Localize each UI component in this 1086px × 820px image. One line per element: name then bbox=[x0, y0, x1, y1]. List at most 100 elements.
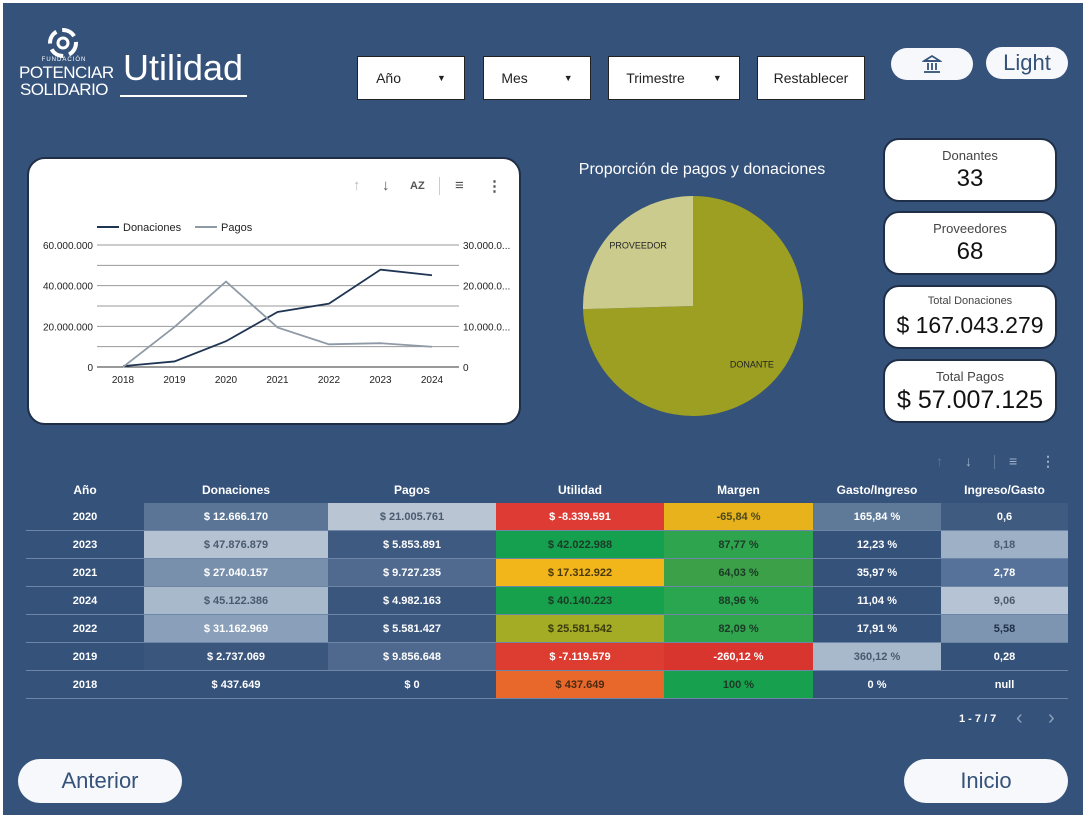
filter-quarter-label: Trimestre bbox=[626, 70, 685, 86]
home-button[interactable]: Inicio bbox=[904, 759, 1068, 803]
cell-utility: $ -8.339.591 bbox=[496, 503, 664, 531]
previous-page-icon[interactable]: ‹ bbox=[1016, 707, 1023, 730]
y-left-tick-label: 20.000.000 bbox=[43, 322, 93, 333]
kpi-suppliers-card: Proveedores 68 bbox=[883, 211, 1057, 275]
table-row[interactable]: 2022 $ 31.162.969 $ 5.581.427 $ 25.581.542 8… bbox=[26, 614, 1068, 643]
kpi-suppliers-label: Proveedores bbox=[933, 221, 1007, 236]
y-left-tick-label: 60.000.000 bbox=[43, 241, 93, 252]
table-more-options-icon[interactable]: ⋮ bbox=[1041, 453, 1055, 470]
cell-income-expense: null bbox=[941, 670, 1068, 699]
cell-donations: $ 2.737.069 bbox=[144, 642, 328, 671]
filter-month-label: Mes bbox=[501, 70, 528, 86]
cell-margin: -65,84 % bbox=[664, 503, 813, 531]
filter-quarter-dropdown[interactable]: Trimestre ▼ bbox=[608, 56, 740, 100]
logo-emblem-icon bbox=[48, 28, 78, 58]
cell-income-expense: 0,6 bbox=[941, 503, 1068, 531]
utility-table: Año Donaciones Pagos Utilidad Margen Gas… bbox=[26, 477, 1068, 699]
y-right-tick-label: 0 bbox=[463, 363, 469, 374]
legend-label[interactable]: Pagos bbox=[221, 222, 253, 234]
cell-expense-income: 12,23 % bbox=[813, 530, 941, 559]
pie-slice-proveedor[interactable] bbox=[583, 196, 693, 310]
x-tick-label: 2022 bbox=[318, 375, 341, 386]
cell-margin: 87,77 % bbox=[664, 530, 813, 559]
cell-year: 2018 bbox=[26, 670, 144, 699]
previous-page-button[interactable]: Anterior bbox=[18, 759, 182, 803]
table-sort-ascending-icon[interactable]: ↑ bbox=[936, 453, 943, 469]
cell-income-expense: 2,78 bbox=[941, 558, 1068, 587]
series-line-donaciones bbox=[122, 268, 433, 368]
theme-toggle-button[interactable]: Light bbox=[986, 47, 1068, 79]
col-header-income-expense[interactable]: Ingreso/Gasto bbox=[941, 477, 1068, 503]
cell-payments: $ 0 bbox=[328, 670, 496, 699]
cell-donations: $ 47.876.879 bbox=[144, 530, 328, 559]
cell-margin: -260,12 % bbox=[664, 642, 813, 671]
cell-income-expense: 0,28 bbox=[941, 642, 1068, 671]
x-tick-label: 2018 bbox=[112, 375, 135, 386]
col-header-expense-income[interactable]: Gasto/Ingreso bbox=[813, 477, 941, 503]
col-header-year[interactable]: Año bbox=[26, 477, 144, 503]
table-filter-icon[interactable]: ≡ bbox=[1009, 453, 1017, 469]
table-row[interactable]: 2024 $ 45.122.386 $ 4.982.163 $ 40.140.223 8… bbox=[26, 586, 1068, 615]
line-chart: Donaciones Pagos 60.000.000 40.000.000 20.0… bbox=[43, 222, 510, 386]
kpi-total-payments-card: Total Pagos $ 57.007.125 bbox=[883, 359, 1057, 423]
cell-expense-income: 360,12 % bbox=[813, 642, 941, 671]
table-row[interactable]: 2019 $ 2.737.069 $ 9.856.648 $ -7.119.579 -2… bbox=[26, 642, 1068, 671]
filter-year-dropdown[interactable]: Año ▼ bbox=[357, 56, 465, 100]
kpi-donors-value: 33 bbox=[956, 165, 984, 192]
cell-income-expense: 5,58 bbox=[941, 614, 1068, 643]
table-sort-descending-icon[interactable]: ↓ bbox=[965, 453, 972, 469]
cell-expense-income: 17,91 % bbox=[813, 614, 941, 643]
y-right-tick-label: 10.000.0... bbox=[463, 322, 510, 333]
bank-building-icon bbox=[922, 54, 942, 73]
logo-line-2: SOLIDARIO bbox=[19, 80, 109, 99]
pie-slice-label: DONANTE bbox=[730, 360, 774, 370]
y-left-tick-label: 0 bbox=[87, 363, 93, 374]
cell-utility: $ 25.581.542 bbox=[496, 614, 664, 643]
table-body: 2020 $ 12.666.170 $ 21.005.761 $ -8.339.591… bbox=[26, 503, 1068, 699]
cell-payments: $ 21.005.761 bbox=[328, 503, 496, 531]
cell-utility: $ -7.119.579 bbox=[496, 642, 664, 671]
cell-donations: $ 12.666.170 bbox=[144, 503, 328, 531]
cell-income-expense: 8,18 bbox=[941, 530, 1068, 559]
col-header-payments[interactable]: Pagos bbox=[328, 477, 496, 503]
next-page-icon[interactable]: › bbox=[1048, 707, 1055, 730]
table-row[interactable]: 2023 $ 47.876.879 $ 5.853.891 $ 42.022.988 8… bbox=[26, 530, 1068, 559]
table-row[interactable]: 2021 $ 27.040.157 $ 9.727.235 $ 17.312.922 6… bbox=[26, 558, 1068, 587]
reset-button[interactable]: Restablecer bbox=[757, 56, 865, 100]
kpi-total-donations-card: Total Donaciones $ 167.043.279 bbox=[883, 285, 1057, 349]
line-chart-series bbox=[122, 268, 433, 368]
filter-month-dropdown[interactable]: Mes ▼ bbox=[483, 56, 591, 100]
cell-year: 2023 bbox=[26, 530, 144, 559]
cell-utility: $ 40.140.223 bbox=[496, 586, 664, 615]
x-tick-label: 2023 bbox=[369, 375, 392, 386]
cell-payments: $ 4.982.163 bbox=[328, 586, 496, 615]
cell-donations: $ 31.162.969 bbox=[144, 614, 328, 643]
legend-label[interactable]: Donaciones bbox=[123, 222, 182, 234]
home-building-button[interactable] bbox=[891, 48, 973, 80]
x-tick-label: 2021 bbox=[266, 375, 289, 386]
pie-chart: DONANTE PROVEEDOR bbox=[583, 196, 803, 416]
y-right-tick-label: 30.000.0... bbox=[463, 241, 510, 252]
table-row[interactable]: 2018 $ 437.649 $ 0 $ 437.649 100 % 0 % null bbox=[26, 670, 1068, 699]
chevron-down-icon: ▼ bbox=[563, 73, 573, 83]
pie-chart-title: Proporción de pagos y donaciones bbox=[578, 161, 826, 178]
cell-donations: $ 437.649 bbox=[144, 670, 328, 699]
kpi-donors-card: Donantes 33 bbox=[883, 138, 1057, 202]
cell-donations: $ 45.122.386 bbox=[144, 586, 328, 615]
cell-margin: 64,03 % bbox=[664, 558, 813, 587]
foundation-logo: FUNDACIÓN POTENCIAR SOLIDARIO bbox=[19, 25, 114, 105]
col-header-margin[interactable]: Margen bbox=[664, 477, 813, 503]
col-header-donations[interactable]: Donaciones bbox=[144, 477, 328, 503]
cell-year: 2022 bbox=[26, 614, 144, 643]
table-row[interactable]: 2020 $ 12.666.170 $ 21.005.761 $ -8.339.591… bbox=[26, 503, 1068, 531]
kpi-total-payments-value: $ 57.007.125 bbox=[897, 386, 1043, 414]
kpi-total-payments-label: Total Pagos bbox=[936, 369, 1004, 384]
cell-payments: $ 5.853.891 bbox=[328, 530, 496, 559]
kpi-suppliers-value: 68 bbox=[956, 238, 984, 265]
table-header-row: Año Donaciones Pagos Utilidad Margen Gas… bbox=[26, 477, 1068, 503]
cell-payments: $ 9.727.235 bbox=[328, 558, 496, 587]
cell-margin: 82,09 % bbox=[664, 614, 813, 643]
kpi-donors-label: Donantes bbox=[942, 148, 998, 163]
kpi-total-donations-value: $ 167.043.279 bbox=[896, 312, 1044, 338]
col-header-utility[interactable]: Utilidad bbox=[496, 477, 664, 503]
